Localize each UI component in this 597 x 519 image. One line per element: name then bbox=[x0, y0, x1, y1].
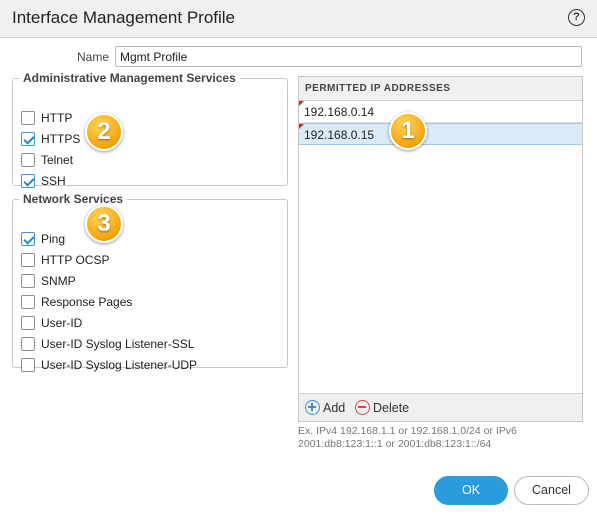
checkbox-https-box[interactable] bbox=[21, 132, 35, 146]
permitted-ip-header: PERMITTED IP ADDRESSES bbox=[299, 77, 582, 101]
cancel-button[interactable]: Cancel bbox=[514, 476, 589, 505]
modified-marker-icon bbox=[299, 124, 304, 129]
checkbox-user-id-syslog-ssl-label: User-ID Syslog Listener-SSL bbox=[41, 337, 195, 351]
checkbox-user-id-syslog-udp-box[interactable] bbox=[21, 358, 35, 372]
checkbox-http-ocsp-label: HTTP OCSP bbox=[41, 253, 110, 267]
network-services-legend: Network Services bbox=[23, 192, 124, 206]
delete-button-label: Delete bbox=[373, 400, 410, 415]
modified-marker-icon bbox=[299, 101, 304, 106]
ip-toolbar: Add Delete bbox=[299, 393, 582, 421]
name-label: Name bbox=[76, 50, 109, 64]
checkbox-ssh[interactable]: SSH bbox=[21, 172, 66, 190]
checkbox-snmp-box[interactable] bbox=[21, 274, 35, 288]
checkbox-ping-box[interactable] bbox=[21, 232, 35, 246]
checkbox-response-pages-label: Response Pages bbox=[41, 295, 133, 309]
checkbox-user-id-syslog-udp-label: User-ID Syslog Listener-UDP bbox=[41, 358, 198, 372]
plus-circle-icon bbox=[305, 400, 320, 415]
checkbox-http-box[interactable] bbox=[21, 111, 35, 125]
admin-services-legend: Administrative Management Services bbox=[23, 71, 236, 85]
callout-badge-2: 2 bbox=[85, 113, 123, 151]
checkbox-user-id-syslog-udp[interactable]: User-ID Syslog Listener-UDP bbox=[21, 356, 197, 374]
callout-badge-3: 3 bbox=[85, 205, 123, 243]
dialog-titlebar: Interface Management Profile ? bbox=[0, 0, 597, 38]
callout-badge-1: 1 bbox=[389, 112, 427, 150]
ok-button[interactable]: OK bbox=[434, 476, 508, 505]
checkbox-user-id-box[interactable] bbox=[21, 316, 35, 330]
checkbox-user-id-syslog-ssl-box[interactable] bbox=[21, 337, 35, 351]
permitted-ip-table: PERMITTED IP ADDRESSES 192.168.0.14 192.… bbox=[298, 76, 583, 422]
checkbox-user-id-label: User-ID bbox=[41, 316, 83, 330]
checkbox-https-label: HTTPS bbox=[41, 132, 81, 146]
checkbox-telnet-label: Telnet bbox=[41, 153, 74, 167]
minus-circle-icon bbox=[355, 400, 370, 415]
checkbox-snmp-label: SNMP bbox=[41, 274, 76, 288]
admin-services-group: Administrative Management Services HTTP … bbox=[12, 71, 288, 188]
checkbox-telnet-box[interactable] bbox=[21, 153, 35, 167]
checkbox-https[interactable]: HTTPS bbox=[21, 130, 80, 148]
checkbox-ping-label: Ping bbox=[41, 232, 66, 246]
checkbox-http-ocsp-box[interactable] bbox=[21, 253, 35, 267]
ip-format-hint: Ex. IPv4 192.168.1.1 or 192.168.1.0/24 o… bbox=[298, 425, 517, 450]
name-input[interactable] bbox=[115, 46, 582, 67]
delete-button[interactable]: Delete bbox=[355, 400, 409, 415]
network-services-group: Network Services Ping HTTP OCSP SNMP Res… bbox=[12, 192, 288, 372]
ip-row-value: 192.168.0.15 bbox=[304, 128, 375, 142]
add-button-label: Add bbox=[323, 400, 346, 415]
checkbox-user-id-syslog-ssl[interactable]: User-ID Syslog Listener-SSL bbox=[21, 335, 194, 353]
add-button[interactable]: Add bbox=[305, 400, 345, 415]
checkbox-http-label: HTTP bbox=[41, 111, 73, 125]
checkbox-ping[interactable]: Ping bbox=[21, 230, 65, 248]
help-icon[interactable]: ? bbox=[568, 9, 585, 26]
ip-row[interactable]: 192.168.0.14 bbox=[299, 101, 582, 123]
checkbox-ssh-label: SSH bbox=[41, 174, 66, 188]
checkbox-response-pages-box[interactable] bbox=[21, 295, 35, 309]
dialog-title: Interface Management Profile bbox=[12, 8, 236, 27]
checkbox-user-id[interactable]: User-ID bbox=[21, 314, 82, 332]
checkbox-http[interactable]: HTTP bbox=[21, 109, 72, 127]
name-row: Name bbox=[0, 46, 597, 68]
checkbox-ssh-box[interactable] bbox=[21, 174, 35, 188]
checkbox-response-pages[interactable]: Response Pages bbox=[21, 293, 132, 311]
checkbox-snmp[interactable]: SNMP bbox=[21, 272, 76, 290]
ip-row-value: 192.168.0.14 bbox=[304, 105, 375, 119]
ip-row-selected[interactable]: 192.168.0.15 bbox=[299, 123, 582, 145]
checkbox-http-ocsp[interactable]: HTTP OCSP bbox=[21, 251, 109, 269]
checkbox-telnet[interactable]: Telnet bbox=[21, 151, 73, 169]
